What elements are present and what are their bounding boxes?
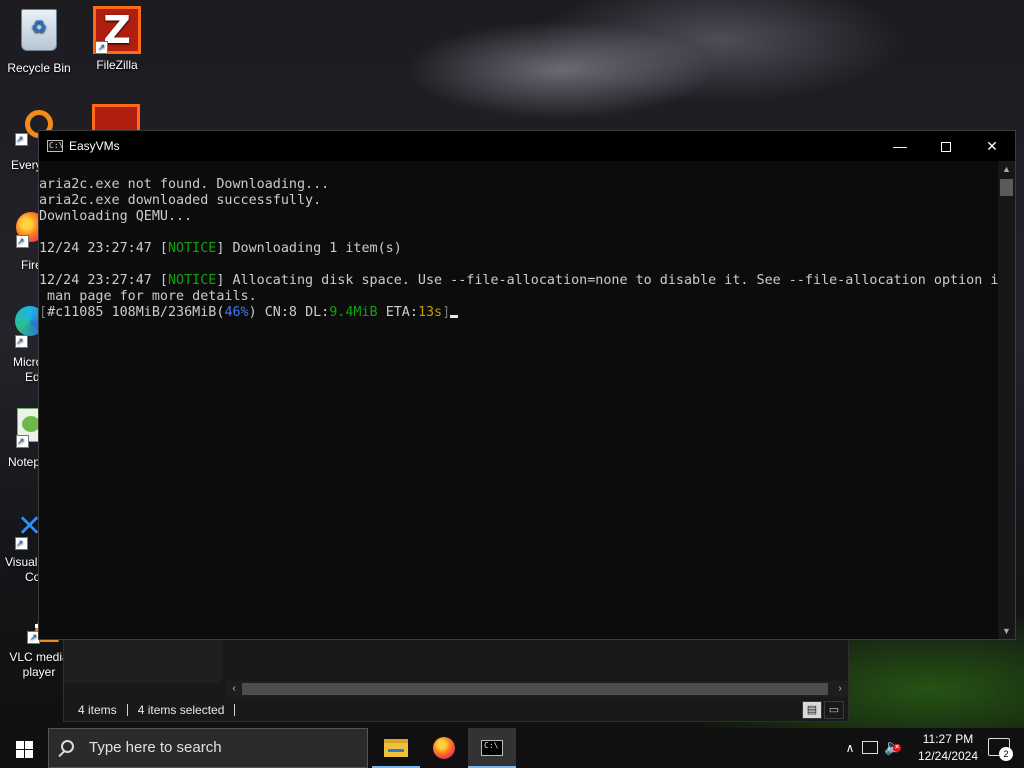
vscode-icon: ✕ ↗ — [15, 509, 43, 550]
desktop-icon-vscode[interactable]: ✕ ↗ Visual Co — [0, 506, 43, 585]
command-prompt-icon: C:\ — [481, 740, 503, 756]
taskbar-command-prompt[interactable]: C:\ — [468, 728, 516, 768]
eta-label: ETA: — [385, 305, 418, 320]
close-icon: ✕ — [986, 138, 998, 154]
divider — [234, 704, 236, 716]
title-bar[interactable]: C:\ EasyVMs — ✕ — [39, 131, 1015, 161]
desktop-icon-label: Recycle Bin — [7, 61, 71, 75]
message: Downloading 1 item(s) — [224, 241, 402, 256]
desktop-icon-label: FileZilla — [96, 58, 138, 72]
console-window[interactable]: C:\ EasyVMs — ✕ aria2c.exe not found. Do… — [38, 130, 1016, 640]
horizontal-scrollbar[interactable]: ‹ › — [226, 681, 848, 697]
taskbar-search-box[interactable]: Type here to search — [48, 728, 368, 768]
console-output[interactable]: aria2c.exe not found. Downloading... aria… — [39, 161, 999, 639]
desktop-icon-label: Notep — [8, 455, 41, 469]
desktop-icon-firefox[interactable]: ↗ Fire — [0, 208, 46, 272]
maximize-icon — [941, 142, 951, 153]
taskbar-file-explorer[interactable] — [372, 728, 420, 768]
command-prompt-icon: C:\ — [47, 140, 64, 152]
status-bar: 4 items 4 items selected ▤ ▭ — [64, 699, 848, 721]
selected-count: 4 items selected — [137, 703, 225, 717]
divider — [126, 704, 128, 716]
download-gid: #c11085 — [47, 305, 104, 320]
download-size: 108MiB/236MiB — [111, 305, 217, 320]
view-toggle: ▤ ▭ — [802, 701, 844, 719]
close-button[interactable]: ✕ — [969, 131, 1015, 161]
taskbar: Type here to search C:\ ∧ 🔈× 11:27 PM 12… — [0, 728, 1024, 768]
progress-line: [#c11085 108MiB/236MiB(46%) CN:8 DL:9.4M… — [39, 305, 999, 321]
desktop-icon-label: Visual — [5, 555, 38, 569]
scrollbar-thumb[interactable] — [242, 683, 828, 695]
filezilla-icon: Z ↗ — [93, 6, 141, 54]
scroll-down-icon[interactable]: ▼ — [998, 623, 1015, 639]
output-line: 12/24 23:27:47 [NOTICE] Downloading 1 it… — [39, 241, 402, 256]
show-hidden-icons-chevron-icon[interactable]: ∧ — [840, 728, 860, 768]
item-count: 4 items — [78, 703, 117, 717]
clock-date: 12/24/2024 — [917, 749, 979, 763]
message: Allocating disk space. Use --file-alloca… — [224, 273, 999, 288]
navigation-pane[interactable] — [64, 637, 222, 683]
recycle-bin-icon — [15, 9, 63, 57]
notification-center-button[interactable]: 2 — [988, 738, 1013, 761]
scroll-up-icon[interactable]: ▲ — [998, 161, 1015, 177]
notepad-icon: ↗ — [8, 404, 43, 448]
output-line: Downloading QEMU... — [39, 209, 193, 224]
output-line: 12/24 23:27:47 [NOTICE] Allocating disk … — [39, 273, 999, 289]
dl-label: DL: — [305, 305, 330, 320]
vertical-scrollbar[interactable]: ▲ ▼ — [998, 161, 1015, 639]
folder-icon — [384, 739, 408, 757]
details-view-icon[interactable]: ▤ — [802, 701, 822, 719]
clock[interactable]: 11:27 PM 12/24/2024 — [908, 731, 988, 765]
scroll-right-icon[interactable]: › — [832, 681, 848, 697]
desktop-icon-notepad[interactable]: ↗ Notep — [0, 404, 43, 469]
maximize-button[interactable] — [923, 131, 969, 161]
desktop-icon-edge[interactable]: ↗ Micro Ed — [0, 302, 45, 384]
notice-tag: NOTICE — [168, 241, 217, 256]
everything-icon: ↗ — [11, 108, 53, 156]
search-placeholder: Type here to search — [89, 739, 222, 756]
minimize-icon: — — [893, 138, 907, 154]
large-icons-view-icon[interactable]: ▭ — [824, 701, 844, 719]
file-explorer-window: ‹ › 4 items 4 items selected ▤ ▭ — [63, 636, 849, 722]
shortcut-arrow-icon: ↗ — [95, 41, 108, 54]
volume-muted-icon[interactable]: 🔈× — [884, 738, 903, 756]
output-line: man page for more details. — [39, 289, 257, 304]
scrollbar-thumb[interactable] — [1000, 179, 1013, 196]
taskbar-firefox[interactable] — [420, 728, 468, 768]
desktop-icon-recycle-bin[interactable]: Recycle Bin — [0, 6, 78, 76]
text-cursor — [450, 315, 459, 318]
download-percent: 46% — [224, 305, 249, 320]
network-icon[interactable] — [862, 741, 878, 754]
scroll-left-icon[interactable]: ‹ — [226, 681, 242, 697]
window-title: EasyVMs — [69, 139, 120, 153]
firefox-icon — [433, 737, 455, 759]
filezilla-icon-partial — [92, 104, 140, 130]
notice-tag: NOTICE — [168, 273, 217, 288]
desktop-icon-filezilla[interactable]: Z ↗ FileZilla — [78, 6, 156, 73]
eta-value: 13s — [417, 305, 443, 320]
minimize-button[interactable]: — — [877, 131, 923, 161]
download-speed: 9.4MiB — [329, 305, 378, 320]
start-button[interactable] — [0, 728, 48, 768]
output-line: aria2c.exe not found. Downloading... — [39, 177, 330, 192]
desktop-icon-everything[interactable]: ↗ Every — [0, 108, 53, 172]
search-icon — [61, 740, 74, 753]
connections: CN:8 — [264, 305, 297, 320]
clock-time: 11:27 PM — [922, 732, 974, 746]
notification-count-badge: 2 — [999, 747, 1013, 761]
timestamp: 12/24 23:27:47 — [39, 273, 152, 288]
timestamp: 12/24 23:27:47 — [39, 241, 152, 256]
output-line: aria2c.exe downloaded successfully. — [39, 193, 322, 208]
